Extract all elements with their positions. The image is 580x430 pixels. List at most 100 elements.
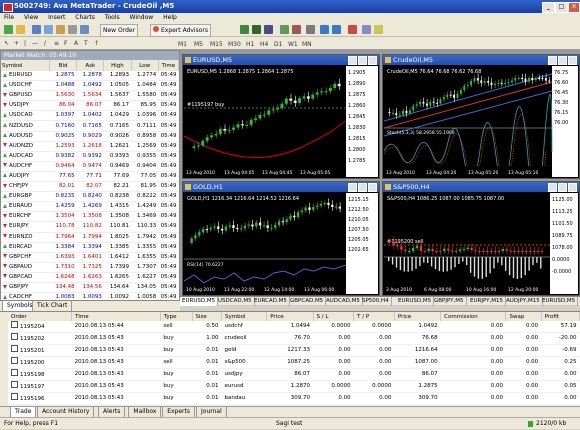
- terminal-icon[interactable]: [68, 25, 77, 34]
- cursor-icon[interactable]: ↖: [4, 39, 9, 48]
- menu-file[interactable]: File: [0, 13, 18, 23]
- tf-m15[interactable]: M15: [210, 40, 223, 49]
- chart-tab[interactable]: GBPCAD,M5: [288, 297, 327, 306]
- market-watch-row-gbpaud[interactable]: GBPAUD 1.7310 1.7325 1.7399 1.7307 05:49: [1, 262, 179, 273]
- col-bid[interactable]: Bid: [49, 60, 78, 71]
- col-high[interactable]: High: [103, 60, 132, 71]
- chart-tab[interactable]: SP500,H4: [360, 297, 392, 306]
- tf-w1[interactable]: W1: [288, 40, 298, 49]
- tf-m30[interactable]: M30: [228, 40, 241, 49]
- menu-charts[interactable]: Charts: [71, 13, 99, 23]
- expert-advisors-button[interactable]: Expert Advisors: [150, 24, 211, 37]
- maximize-button[interactable]: □: [555, 2, 568, 13]
- close-icon[interactable]: [568, 183, 577, 192]
- market-watch-row-euraud[interactable]: EURAUD 1.4259 1.4269 1.4315 1.4249 05:49: [1, 201, 179, 213]
- trade-col[interactable]: S / L: [313, 312, 355, 321]
- maximize-icon[interactable]: [558, 56, 567, 65]
- trade-row[interactable]: 1195196 2010.08.13 05:43 buy 0.01 bandau 309.…: [8, 392, 580, 405]
- chart-tab[interactable]: GBPJPY,M5: [432, 297, 467, 306]
- strategy-tester-icon[interactable]: [80, 25, 89, 34]
- trade-row[interactable]: 1195200 2010.08.13 05:43 sell 0.01 s&p500 108…: [8, 356, 580, 369]
- menu-tools[interactable]: Tools: [101, 13, 124, 23]
- chart-tab[interactable]: EURUSD,M5: [180, 297, 219, 306]
- navigator-icon[interactable]: [56, 25, 65, 34]
- market-watch-row-usdchf[interactable]: USDCHF 1.0488 1.0492 1.0505 1.0484 05:49: [1, 80, 179, 92]
- col-time[interactable]: Time: [158, 60, 180, 71]
- trade-row[interactable]: 1195198 2010.08.13 05:43 buy 0.01 usdjpy 86.0…: [8, 368, 580, 381]
- line-chart-icon[interactable]: [264, 25, 273, 34]
- col-low[interactable]: Low: [131, 60, 159, 71]
- market-watch-row-eurusd[interactable]: EURUSD 1.2875 1.2878 1.2893 1.2774 05:49: [1, 71, 179, 82]
- horizontal-line-icon[interactable]: —: [32, 39, 38, 48]
- minimize-icon[interactable]: [348, 56, 357, 65]
- market-watch-row-eurnzd[interactable]: EURNZD 1.7964 1.7994 1.8025 1.7942 05:49: [1, 232, 179, 243]
- chart-window-eurusd[interactable]: EURUSD,M5 EURUSD,M5 1.2868 1.2875 1.2864…: [182, 54, 380, 179]
- zoom-out-icon[interactable]: [292, 25, 301, 34]
- menu-window[interactable]: Window: [126, 13, 158, 23]
- zoom-in-icon[interactable]: [280, 25, 289, 34]
- market-watch-row-audjpy[interactable]: AUDJPY 77.65 77.71 77.69 77.05 05:49: [1, 171, 179, 183]
- maximize-icon[interactable]: [558, 183, 567, 192]
- trade-row[interactable]: 1195201 2010.08.13 05:43 buy 0.01 gold 1217.3…: [8, 344, 580, 357]
- new-chart-icon[interactable]: [4, 25, 13, 34]
- market-watch-row-audcad[interactable]: AUDCAD 0.9382 0.9392 0.9393 0.9355 05:49: [1, 151, 179, 162]
- periods-icon[interactable]: [362, 25, 371, 34]
- close-button[interactable]: ×: [568, 2, 580, 13]
- chart-window-gold[interactable]: GOLD,H1 GOLD,H1 1216.34 1216.64 1214.52 …: [182, 181, 380, 296]
- trade-col[interactable]: Time: [71, 312, 161, 321]
- trade-col[interactable]: Symbol: [221, 312, 268, 321]
- bar-chart-icon[interactable]: [240, 25, 249, 34]
- market-watch-row-usdcad[interactable]: USDCAD 1.0397 1.0402 1.0429 1.0396 05:49: [1, 110, 179, 122]
- trade-col[interactable]: Type: [160, 312, 193, 321]
- menu-help[interactable]: Help: [159, 13, 181, 23]
- market-watch-row-audnzd[interactable]: AUDNZD 1.2593 1.2618 1.2621 1.2569 05:49: [1, 141, 179, 152]
- fibonacci-icon[interactable]: F: [64, 39, 67, 48]
- menu-insert[interactable]: Insert: [44, 13, 69, 23]
- market-watch-row-eurgbp[interactable]: EURGBP 0.8235 0.8240 0.8238 0.8222 05:49: [1, 191, 179, 203]
- autoscroll-icon[interactable]: [320, 25, 329, 34]
- trade-col[interactable]: Size: [192, 312, 222, 321]
- trade-col[interactable]: Commission: [440, 312, 507, 321]
- chart-window-sp500[interactable]: S&P500,H4 S&P500,H4 1086.25 1087.00 1085…: [382, 181, 580, 296]
- chart-tab[interactable]: EURCAD,M5: [252, 297, 290, 306]
- indicators-icon[interactable]: [348, 25, 357, 34]
- chart-tab[interactable]: AUDCAD,M5: [324, 297, 363, 306]
- tile-windows-icon[interactable]: [306, 25, 315, 34]
- chart-tab[interactable]: EURUSD,M5: [540, 297, 579, 306]
- crosshair-icon[interactable]: +: [14, 39, 19, 48]
- tf-m5[interactable]: M5: [194, 40, 203, 49]
- templates-icon[interactable]: [374, 25, 383, 34]
- market-watch-row-audchf[interactable]: AUDCHF 0.9464 0.9474 0.9469 0.9404 05:49: [1, 161, 179, 172]
- minimize-button[interactable]: _: [542, 2, 555, 13]
- close-icon[interactable]: [368, 56, 377, 65]
- trade-col[interactable]: T / P: [353, 312, 395, 321]
- text-icon[interactable]: A: [74, 39, 78, 48]
- trade-row[interactable]: 1195197 2010.08.13 05:43 buy 0.01 eurusd 1.28…: [8, 380, 580, 393]
- tf-mn[interactable]: MN: [302, 40, 312, 49]
- maximize-icon[interactable]: [358, 56, 367, 65]
- trade-col[interactable]: Profit: [541, 312, 580, 321]
- vertical-line-icon[interactable]: |: [24, 39, 26, 48]
- chart-tab[interactable]: EURUSD,M5: [396, 297, 435, 306]
- data-window-icon[interactable]: [44, 25, 53, 34]
- market-watch-row-audusd[interactable]: AUDUSD 0.9025 0.9029 0.9026 0.8958 05:49: [1, 131, 179, 142]
- market-watch-icon[interactable]: [32, 25, 41, 34]
- market-watch-row-eurchf[interactable]: EURCHF 1.3504 1.3508 1.3508 1.3469 05:49: [1, 211, 179, 223]
- market-watch-row-eurcad[interactable]: EURCAD 1.3384 1.3394 1.3385 1.3355 05:49: [1, 242, 179, 253]
- arrows-icon[interactable]: ↑: [94, 39, 99, 48]
- market-watch-row-usdjpy[interactable]: USDJPY 86.04 86.07 86.17 85.95 05:49: [1, 100, 179, 112]
- trade-row[interactable]: 1195202 2010.08.13 05:43 buy 1.00 crudeoil 76…: [8, 332, 580, 345]
- col-ask[interactable]: Ask: [76, 60, 105, 71]
- chart-shift-icon[interactable]: [332, 25, 341, 34]
- trade-col[interactable]: Swap: [505, 312, 542, 321]
- close-icon[interactable]: [568, 56, 577, 65]
- market-watch-row-gbpchf[interactable]: GBPCHF 1.6393 1.6401 1.6412 1.6355 05:49: [1, 252, 179, 263]
- col-symbol[interactable]: Symbol: [1, 60, 50, 71]
- market-watch-row-nzdusd[interactable]: NZDUSD 0.7160 0.7165 0.7165 0.7111 05:49: [1, 120, 179, 132]
- label-icon[interactable]: T: [84, 39, 88, 48]
- chart-tab[interactable]: EURJPY,M15: [468, 297, 506, 306]
- market-watch-row-gbpcad[interactable]: GBPCAD 1.6248 1.6263 1.6265 1.6227 05:49: [1, 272, 179, 283]
- trade-col[interactable]: Order: [8, 312, 73, 321]
- tf-m1[interactable]: M1: [178, 40, 187, 49]
- trade-col[interactable]: Price: [394, 312, 442, 321]
